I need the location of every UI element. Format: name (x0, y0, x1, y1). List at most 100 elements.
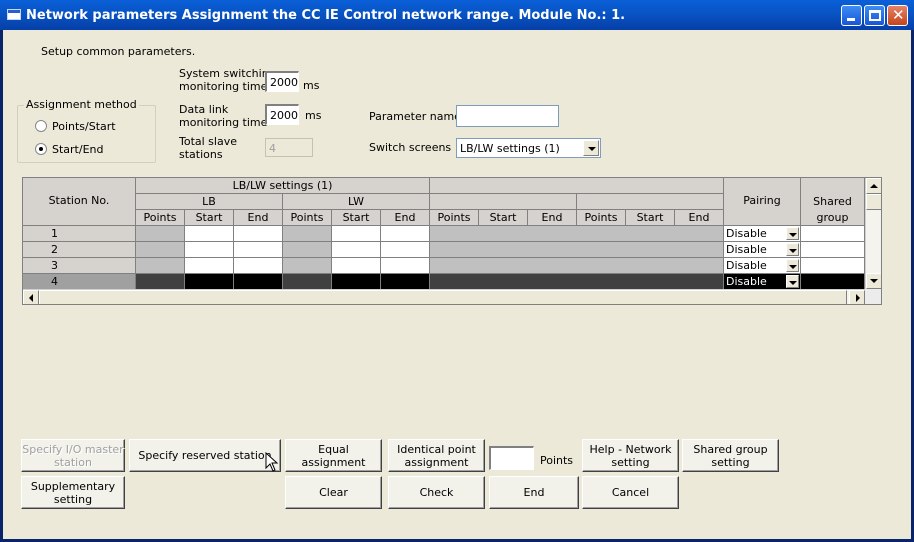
lw-end-cell[interactable] (381, 274, 430, 290)
pairing-dropdown-button[interactable] (786, 259, 799, 272)
switching-time-input[interactable]: 2000 (265, 71, 299, 92)
horizontal-scroll-thumb[interactable] (39, 290, 847, 304)
lb-points-cell (136, 226, 185, 242)
lw-points-cell (283, 258, 332, 274)
equal-assignment-button[interactable]: Equal assignment (285, 439, 382, 472)
shared-group-setting-button[interactable]: Shared group setting (682, 439, 779, 472)
parameter-name-input[interactable] (456, 105, 559, 127)
pairing-value: Disable (726, 259, 767, 272)
shared-group-header: Shared group (801, 178, 865, 226)
lb-start-cell[interactable] (185, 242, 234, 258)
points-input[interactable] (489, 446, 534, 470)
lb-start-cell[interactable] (185, 226, 234, 242)
scroll-up-button[interactable] (866, 178, 881, 194)
vertical-scrollbar[interactable] (865, 178, 881, 289)
col-end-header: End (528, 210, 577, 226)
lb-start-cell[interactable] (185, 274, 234, 290)
help-network-setting-button[interactable]: Help - Network setting (582, 439, 679, 472)
arrow-up-icon (870, 184, 878, 188)
station-grid: Station No. LB/LW settings (1) Pairing S… (22, 177, 882, 305)
col-start-header: Start (479, 210, 528, 226)
lw-end-cell[interactable] (381, 258, 430, 274)
setup-text: Setup common parameters. (41, 45, 196, 58)
end-button[interactable]: End (489, 476, 579, 509)
lb-end-cell[interactable] (234, 274, 283, 290)
arrow-left-icon (29, 294, 33, 302)
lw-end-cell[interactable] (381, 242, 430, 258)
empty-group-header (430, 178, 724, 194)
pairing-select[interactable]: Disable (724, 274, 801, 290)
pairing-dropdown-button[interactable] (786, 227, 799, 240)
switch-screens-value: LB/LW settings (1) (460, 142, 560, 155)
shared-group-cell[interactable] (801, 226, 865, 242)
datalink-time-input[interactable]: 2000 (265, 104, 299, 125)
points-start-label: Points/Start (52, 120, 116, 133)
pairing-select[interactable]: Disable (724, 226, 801, 242)
scroll-down-button[interactable] (866, 273, 881, 289)
lb-end-cell[interactable] (234, 242, 283, 258)
col-points-header: Points (430, 210, 479, 226)
chevron-down-icon (789, 281, 797, 285)
switch-screens-dropdown-button[interactable] (583, 140, 599, 156)
cancel-button[interactable]: Cancel (582, 476, 679, 509)
pairing-dropdown-button[interactable] (786, 275, 799, 288)
horizontal-scrollbar[interactable] (23, 289, 865, 304)
supplementary-setting-button[interactable]: Supplementary setting (21, 476, 125, 509)
disabled-cells (430, 226, 724, 242)
station-row-header[interactable]: 2 (23, 242, 136, 258)
chevron-down-icon (789, 265, 797, 269)
station-row-header[interactable]: 1 (23, 226, 136, 242)
switching-unit: ms (303, 79, 320, 92)
lw-start-cell[interactable] (332, 226, 381, 242)
parameter-name-label: Parameter name (369, 110, 461, 123)
shared-group-cell[interactable] (801, 242, 865, 258)
lb-end-cell[interactable] (234, 226, 283, 242)
pairing-dropdown-button[interactable] (786, 243, 799, 256)
lw-points-cell (283, 242, 332, 258)
pairing-select[interactable]: Disable (724, 258, 801, 274)
lw-points-cell (283, 274, 332, 290)
chevron-down-icon (789, 233, 797, 237)
mouse-cursor-icon (265, 452, 279, 472)
shared-group-cell[interactable] (801, 258, 865, 274)
station-row-header[interactable]: 3 (23, 258, 136, 274)
switch-screens-select[interactable]: LB/LW settings (1) (456, 138, 601, 158)
lw-start-cell[interactable] (332, 242, 381, 258)
disabled-cells (430, 242, 724, 258)
specify-reserved-station-button[interactable]: Specify reserved station (129, 439, 281, 472)
lw-points-cell (283, 226, 332, 242)
identical-point-assignment-button[interactable]: Identical point assignment (388, 439, 485, 472)
close-icon: ✕ (892, 6, 905, 24)
start-end-radio[interactable] (35, 143, 47, 155)
shared-group-cell[interactable] (801, 274, 865, 290)
pairing-header: Pairing (724, 178, 801, 226)
lw-start-cell[interactable] (332, 258, 381, 274)
clear-button[interactable]: Clear (285, 476, 382, 509)
pairing-select[interactable]: Disable (724, 242, 801, 258)
total-slave-label-1: Total slave (179, 135, 237, 148)
check-button[interactable]: Check (388, 476, 485, 509)
col-end-header: End (234, 210, 283, 226)
lw-end-cell[interactable] (381, 226, 430, 242)
arrow-down-icon (870, 279, 878, 283)
station-row-header[interactable]: 4 (23, 274, 136, 290)
specify-io-master-button[interactable]: Specify I/O master station (21, 439, 125, 472)
close-button[interactable]: ✕ (887, 5, 908, 26)
lb-end-cell[interactable] (234, 258, 283, 274)
points-label: Points (540, 454, 574, 467)
datalink-label-1: Data link (179, 103, 229, 116)
col-end-header: End (675, 210, 724, 226)
points-start-radio[interactable] (35, 120, 47, 132)
lb-start-cell[interactable] (185, 258, 234, 274)
total-slave-input: 4 (265, 138, 313, 157)
minimize-button[interactable] (841, 5, 862, 26)
vertical-scroll-thumb[interactable] (866, 194, 881, 210)
switching-label-1: System switching (179, 67, 276, 80)
scroll-left-button[interactable] (23, 290, 39, 304)
lw-start-cell[interactable] (332, 274, 381, 290)
window-title: Network parameters Assignment the CC IE … (26, 8, 626, 23)
col-start-header: Start (626, 210, 675, 226)
maximize-button[interactable] (864, 5, 885, 26)
datalink-unit: ms (305, 109, 322, 122)
scroll-right-button[interactable] (849, 290, 865, 304)
